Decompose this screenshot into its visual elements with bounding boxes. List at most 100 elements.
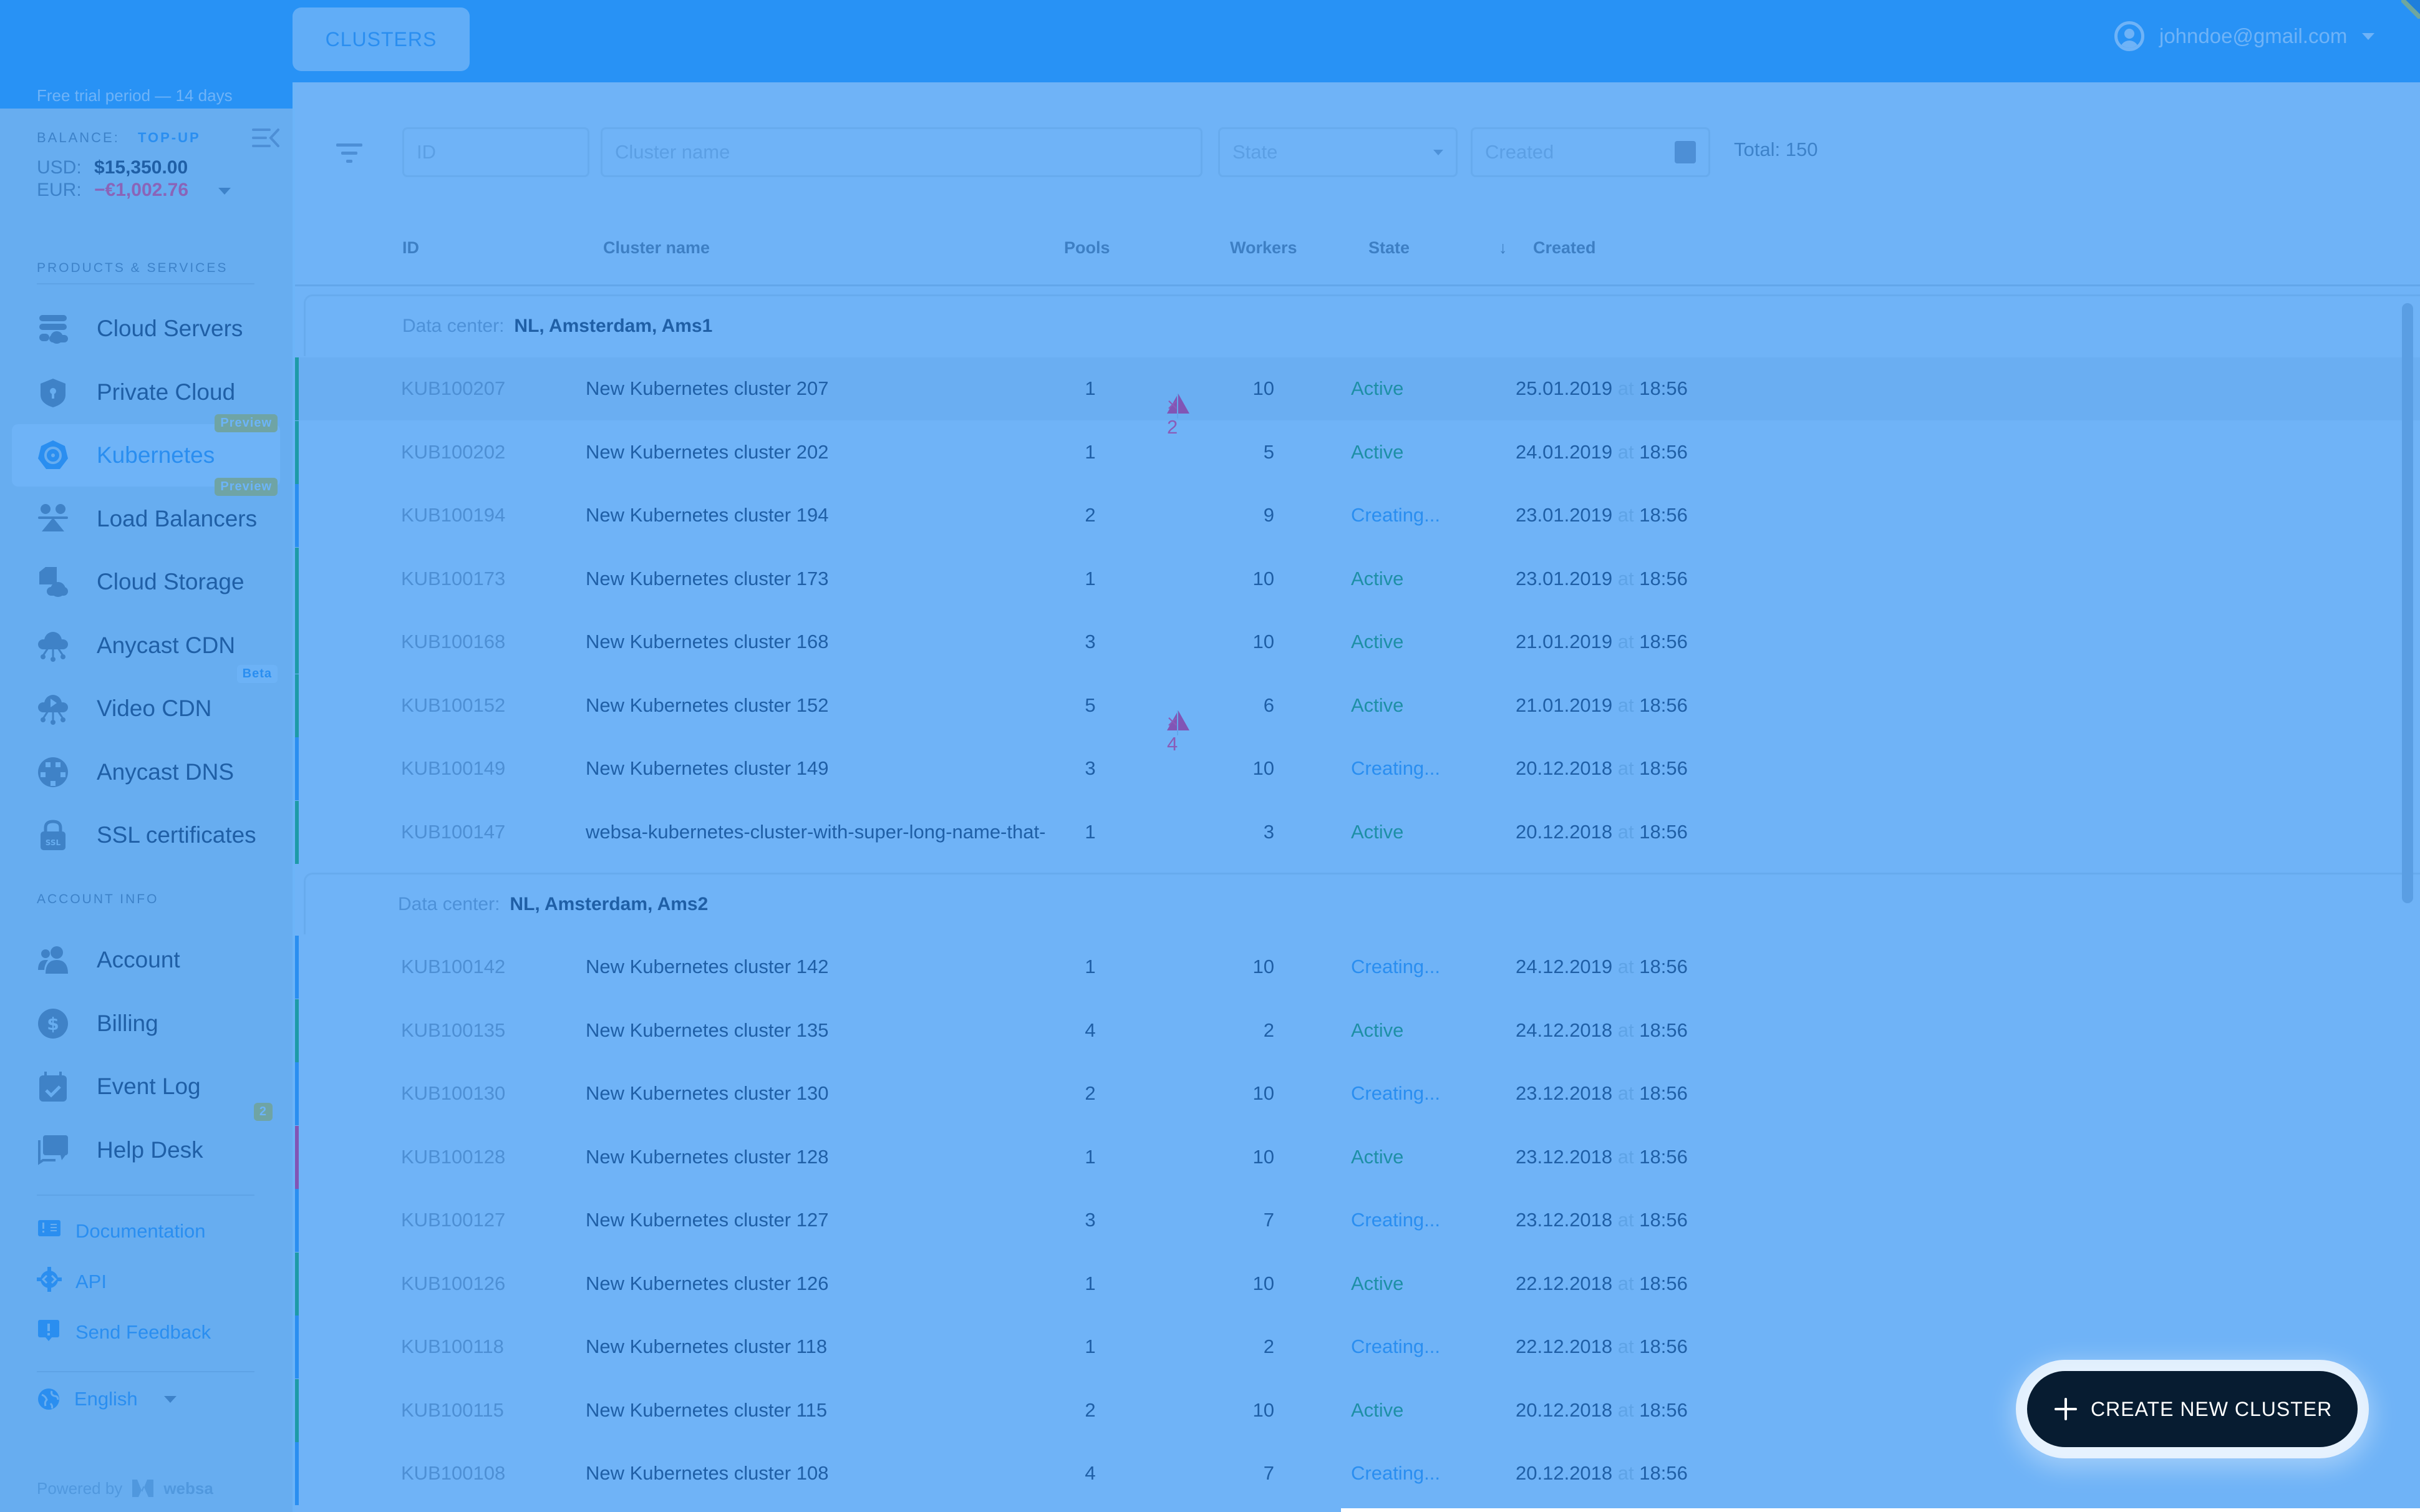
sidebar-item-anycast-dns[interactable]: Anycast DNS bbox=[12, 741, 280, 803]
cluster-id[interactable]: KUB100194 bbox=[401, 504, 505, 526]
sidebar-item-help-desk[interactable]: Help Desk 2 bbox=[12, 1102, 280, 1181]
id-filter-input[interactable]: ID bbox=[402, 127, 589, 177]
table-row[interactable]: KUB100118 New Kubernetes cluster 118 1 2 Cre… bbox=[295, 1316, 2420, 1379]
cluster-id[interactable]: KUB100149 bbox=[401, 757, 505, 780]
sidebar-item-event-log[interactable]: Event Log bbox=[12, 1055, 280, 1118]
cluster-id[interactable]: KUB100168 bbox=[401, 631, 505, 653]
created-time: 18:56 bbox=[1639, 504, 1688, 526]
created-filter-input[interactable]: Created bbox=[1471, 127, 1710, 177]
table-row[interactable]: KUB100207 New Kubernetes cluster 207 1 × 2 1… bbox=[295, 357, 2420, 438]
created-date: 22.12.2018 bbox=[1516, 1272, 1613, 1294]
cluster-name[interactable]: New Kubernetes cluster 149 bbox=[586, 757, 828, 780]
cluster-id[interactable]: KUB100126 bbox=[401, 1272, 505, 1295]
collapse-sidebar-icon[interactable] bbox=[252, 128, 280, 148]
user-avatar-icon bbox=[2114, 21, 2144, 51]
calendar-icon[interactable] bbox=[1675, 141, 1696, 163]
cluster-name[interactable]: New Kubernetes cluster 115 bbox=[586, 1399, 827, 1422]
created-datetime: 20.12.2018 at 18:56 bbox=[1516, 821, 1688, 843]
topup-link[interactable]: TOP-UP bbox=[138, 130, 201, 145]
cluster-id[interactable]: KUB100130 bbox=[401, 1082, 505, 1105]
column-header-pools[interactable]: Pools bbox=[1064, 238, 1110, 258]
table-row[interactable]: KUB100128 New Kubernetes cluster 128 1 10 Ac… bbox=[295, 1125, 2420, 1189]
column-header-workers[interactable]: Workers bbox=[1230, 238, 1297, 258]
cluster-name[interactable]: websa-kubernetes-cluster-with-super-long… bbox=[586, 821, 1045, 843]
divider bbox=[295, 284, 2420, 286]
created-time: 18:56 bbox=[1639, 820, 1688, 843]
balance-dropdown-icon[interactable] bbox=[218, 187, 231, 195]
created-time: 18:56 bbox=[1639, 631, 1688, 652]
cluster-id[interactable]: KUB100207 bbox=[401, 377, 505, 400]
cluster-name[interactable]: New Kubernetes cluster 118 bbox=[586, 1335, 827, 1358]
cluster-name-filter-input[interactable]: Cluster name bbox=[601, 127, 1203, 177]
table-row[interactable]: KUB100142 New Kubernetes cluster 142 1 10 Cr… bbox=[295, 936, 2420, 999]
cluster-name[interactable]: New Kubernetes cluster 127 bbox=[586, 1209, 828, 1231]
cluster-id[interactable]: KUB100173 bbox=[401, 568, 505, 590]
cluster-id[interactable]: KUB100147 bbox=[401, 821, 505, 843]
language-selector[interactable]: English bbox=[37, 1387, 177, 1411]
cluster-name[interactable]: New Kubernetes cluster 126 bbox=[586, 1272, 828, 1295]
cluster-name[interactable]: New Kubernetes cluster 135 bbox=[586, 1019, 828, 1042]
column-header-created[interactable]: Created bbox=[1533, 238, 1596, 258]
cluster-id[interactable]: KUB100115 bbox=[401, 1399, 504, 1422]
filter-icon[interactable] bbox=[334, 141, 365, 166]
sidebar-item-ssl-certificates[interactable]: SSL SSL certificates bbox=[12, 804, 280, 866]
table-row[interactable]: KUB100168 New Kubernetes cluster 168 3 10 Ac… bbox=[295, 611, 2420, 674]
cluster-id[interactable]: KUB100135 bbox=[401, 1019, 505, 1042]
sidebar-item-video-cdn[interactable]: Video CDN Beta bbox=[12, 665, 280, 740]
table-row[interactable]: KUB100130 New Kubernetes cluster 130 2 10 Cr… bbox=[295, 1062, 2420, 1125]
table-row[interactable]: KUB100126 New Kubernetes cluster 126 1 10 Ac… bbox=[295, 1252, 2420, 1316]
table-row[interactable]: KUB100108 New Kubernetes cluster 108 4 7 Cre… bbox=[295, 1442, 2420, 1505]
created-date: 24.12.2018 bbox=[1516, 1019, 1613, 1041]
cluster-name[interactable]: New Kubernetes cluster 194 bbox=[586, 504, 828, 526]
cluster-name[interactable]: New Kubernetes cluster 152 bbox=[586, 694, 828, 717]
corner-ribbon bbox=[2401, 0, 2420, 19]
scrollbar[interactable] bbox=[2402, 303, 2413, 903]
warning-indicator[interactable]: × 4 bbox=[1167, 691, 1189, 755]
cluster-name[interactable]: New Kubernetes cluster 128 bbox=[586, 1146, 828, 1168]
cluster-id[interactable]: KUB100142 bbox=[401, 956, 505, 978]
table-row[interactable]: KUB100135 New Kubernetes cluster 135 4 2 Act… bbox=[295, 999, 2420, 1062]
cluster-name[interactable]: New Kubernetes cluster 130 bbox=[586, 1082, 828, 1105]
pools-count: 1 bbox=[1085, 377, 1096, 399]
sidebar-item-account[interactable]: Account bbox=[12, 929, 280, 991]
column-header-name[interactable]: Cluster name bbox=[603, 238, 710, 258]
cluster-name[interactable]: New Kubernetes cluster 202 bbox=[586, 441, 828, 463]
cluster-id[interactable]: KUB100118 bbox=[401, 1335, 504, 1358]
table-row[interactable]: KUB100127 New Kubernetes cluster 127 3 7 Cre… bbox=[295, 1189, 2420, 1252]
pools-count: 1 bbox=[1085, 1145, 1096, 1168]
status-badge: Creating... bbox=[1351, 1335, 1441, 1357]
tab-clusters[interactable]: CLUSTERS bbox=[293, 7, 470, 71]
cluster-id[interactable]: KUB100128 bbox=[401, 1146, 505, 1168]
table-row[interactable]: KUB100147 websa-kubernetes-cluster-with-s… bbox=[295, 800, 2420, 864]
sidebar-item-billing[interactable]: $ Billing bbox=[12, 992, 280, 1055]
cluster-name[interactable]: New Kubernetes cluster 168 bbox=[586, 631, 828, 653]
link-documentation[interactable]: Documentation bbox=[37, 1216, 206, 1246]
cluster-name[interactable]: New Kubernetes cluster 207 bbox=[586, 377, 828, 400]
cluster-name[interactable]: New Kubernetes cluster 108 bbox=[586, 1462, 828, 1485]
column-header-id[interactable]: ID bbox=[402, 238, 419, 258]
state-filter-select[interactable]: State bbox=[1218, 127, 1458, 177]
table-row[interactable]: KUB100152 New Kubernetes cluster 152 5 × 4 6… bbox=[295, 674, 2420, 755]
sort-desc-icon[interactable]: ↓ bbox=[1499, 238, 1508, 258]
cluster-id[interactable]: KUB100202 bbox=[401, 441, 505, 463]
table-row[interactable]: KUB100194 New Kubernetes cluster 194 2 9 Cre… bbox=[295, 484, 2420, 547]
table-row[interactable]: KUB100173 New Kubernetes cluster 173 1 10 Ac… bbox=[295, 547, 2420, 611]
create-new-cluster-button[interactable]: CREATE NEW CLUSTER bbox=[2027, 1371, 2358, 1447]
link-api[interactable]: API bbox=[37, 1267, 107, 1297]
status-stripe bbox=[295, 420, 299, 484]
link-send-feedback[interactable]: Send Feedback bbox=[37, 1317, 211, 1347]
user-menu[interactable]: johndoe@gmail.com bbox=[2114, 21, 2375, 51]
table-row[interactable]: KUB100202 New Kubernetes cluster 202 1 5 Act… bbox=[295, 420, 2420, 484]
cluster-id[interactable]: KUB100152 bbox=[401, 694, 505, 717]
created-at-label: at bbox=[1617, 631, 1634, 652]
cluster-id[interactable]: KUB100108 bbox=[401, 1462, 505, 1485]
sidebar-item-cloud-servers[interactable]: Cloud Servers bbox=[12, 298, 280, 360]
warning-indicator[interactable]: × 2 bbox=[1167, 374, 1189, 438]
sidebar-item-load-balancers[interactable]: Load Balancers Preview bbox=[12, 477, 280, 550]
cluster-name[interactable]: New Kubernetes cluster 142 bbox=[586, 956, 828, 978]
sidebar-item-cloud-storage[interactable]: Cloud Storage bbox=[12, 551, 280, 613]
cluster-id[interactable]: KUB100127 bbox=[401, 1209, 505, 1231]
table-row[interactable]: KUB100149 New Kubernetes cluster 149 3 10 Cr… bbox=[295, 737, 2420, 800]
column-header-state[interactable]: State bbox=[1368, 238, 1410, 258]
cluster-name[interactable]: New Kubernetes cluster 173 bbox=[586, 568, 828, 590]
